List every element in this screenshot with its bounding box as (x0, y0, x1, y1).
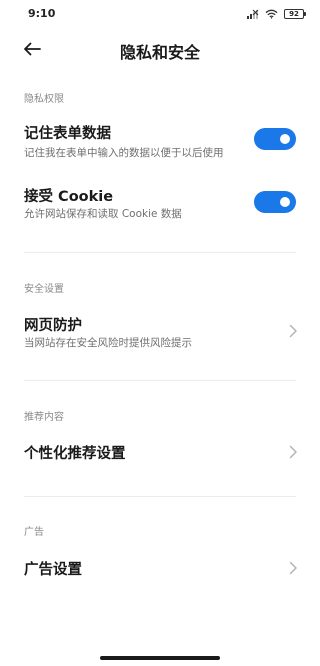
personalized-recommend-title: 个性化推荐设置 (24, 446, 126, 462)
accept-cookie-subtitle: 允许网站保存和读取 Cookie 数据 (24, 208, 182, 220)
ad-settings-title: 广告设置 (24, 562, 82, 578)
chevron-right-icon (289, 561, 297, 575)
divider (24, 252, 296, 253)
status-icons: 92 (247, 8, 306, 20)
chevron-right-icon (289, 324, 297, 338)
home-indicator[interactable] (100, 656, 220, 660)
toggle-knob (280, 197, 290, 207)
toggle-knob (280, 134, 290, 144)
section-header-ads: 广告 (24, 527, 44, 538)
section-header-recommend: 推荐内容 (24, 412, 64, 423)
remember-form-toggle[interactable] (254, 128, 296, 150)
divider (24, 496, 296, 497)
battery-level: 92 (289, 10, 299, 18)
page-title: 隐私和安全 (119, 43, 200, 62)
privacy-security-screen: 9:10 92 隐私和安全 隐私权限 记住表单数据 记住我在表单中输入的数据以便… (0, 0, 320, 666)
web-protection-row[interactable]: 网页防护 当网站存在安全风险时提供风险提示 (0, 308, 320, 354)
accept-cookie-title: 接受 Cookie (24, 189, 114, 205)
accept-cookie-toggle[interactable] (254, 191, 296, 213)
personalized-recommend-row[interactable]: 个性化推荐设置 (0, 432, 320, 472)
chevron-right-icon (289, 445, 297, 459)
section-header-privacy: 隐私权限 (24, 94, 64, 105)
header: 隐私和安全 (0, 28, 320, 70)
section-header-security: 安全设置 (24, 284, 64, 295)
battery-icon: 92 (284, 9, 306, 19)
divider (24, 380, 296, 381)
status-bar: 9:10 92 (0, 0, 320, 28)
web-protection-title: 网页防护 (24, 318, 82, 334)
wifi-icon (265, 9, 278, 19)
remember-form-title: 记住表单数据 (24, 126, 111, 142)
remember-form-row[interactable]: 记住表单数据 记住我在表单中输入的数据以便于以后使用 (0, 116, 320, 164)
remember-form-subtitle: 记住我在表单中输入的数据以便于以后使用 (24, 147, 224, 159)
web-protection-subtitle: 当网站存在安全风险时提供风险提示 (24, 337, 192, 349)
accept-cookie-row[interactable]: 接受 Cookie 允许网站保存和读取 Cookie 数据 (0, 180, 320, 228)
status-time: 9:10 (28, 7, 56, 20)
signal-off-icon (247, 9, 259, 19)
ad-settings-row[interactable]: 广告设置 (0, 548, 320, 588)
